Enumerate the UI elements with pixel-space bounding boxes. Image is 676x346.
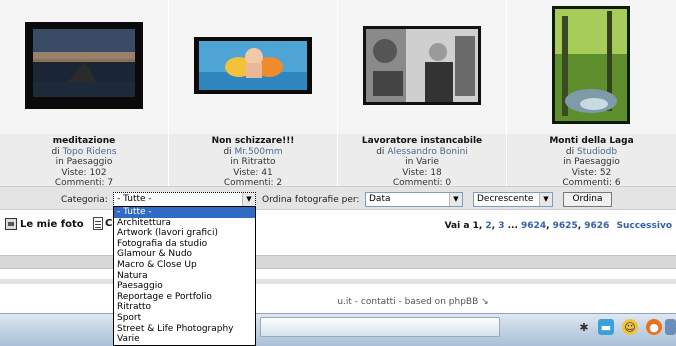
category-option[interactable]: Architettura [114,218,255,229]
photo-category: in Ritratto [230,157,276,167]
photo-views: Viste: 41 [233,167,273,178]
direction-select-value: Decrescente [477,194,534,204]
chevron-down-icon[interactable]: ▼ [449,193,462,206]
page-link[interactable]: 9625 [553,221,578,231]
pagination: Vai a 1, 2, 3 ... 9624, 9625, 9626 Succe… [444,221,672,231]
chevron-down-icon[interactable]: ▼ [539,193,552,206]
chevron-down-icon[interactable]: ▼ [242,193,255,206]
page-link[interactable]: 3 [498,221,504,231]
thumb-area [338,0,506,134]
direction-select[interactable]: Decrescente ▼ [473,192,553,207]
category-option[interactable]: Macro & Close Up [114,260,255,271]
photo-author[interactable]: Topo Ridens [63,147,117,157]
photo-cell: meditazione di Topo Ridens in Paesaggio … [0,0,169,189]
photo-title[interactable]: Lavoratore instancabile [338,136,506,147]
footer-phpbb-link[interactable]: phpBB [449,297,478,307]
pagination-prefix: Vai a [444,221,470,231]
category-select[interactable]: - Tutte - ▼ [113,192,256,207]
photo-author[interactable]: Mr.500mm [234,147,282,157]
filter-bar: Categoria: - Tutte - ▼ Ordina fotografie… [0,186,676,210]
photo-gallery: meditazione di Topo Ridens in Paesaggio … [0,0,676,189]
my-photos-label: Le mie foto [20,218,84,230]
photo-views: Viste: 18 [402,167,442,178]
photo-title[interactable]: Monti della Laga [507,136,676,147]
category-option[interactable]: Varie [114,334,255,345]
by-prefix: di [223,146,232,157]
footer-contacts-link[interactable]: contatti [361,297,396,307]
category-option[interactable]: Street & Life Photography [114,324,255,335]
footer: u.it - contatti - based on phpBB ↘ [337,297,489,307]
photo-thumbnail[interactable] [25,22,143,109]
category-option[interactable]: Ritratto [114,302,255,313]
photo-title[interactable]: meditazione [0,136,168,147]
order-select[interactable]: Data ▼ [365,192,463,207]
divider-bar [0,279,676,284]
photo-views: Viste: 102 [61,167,107,178]
thumb-area [507,0,676,134]
thumb-area [0,0,168,134]
category-option[interactable]: Artwork (lavori grafici) [114,228,255,239]
category-option[interactable]: Fotografia da studio [114,239,255,250]
by-prefix: di [51,146,60,157]
category-option[interactable]: Natura [114,271,255,282]
category-option[interactable]: Sport [114,313,255,324]
taskbar-button[interactable] [260,317,500,337]
footer-arrow-icon: ↘ [481,297,489,307]
footer-domain-link[interactable]: u.it [337,297,352,307]
category-label: Categoria: [61,195,108,205]
photo-thumbnail[interactable] [552,6,630,124]
photo-cell: Lavoratore instancabile di Alessandro Bo… [338,0,507,189]
category-option[interactable]: Paesaggio [114,281,255,292]
by-prefix: di [565,146,575,157]
photo-author[interactable]: Studiodb [577,147,617,157]
chat-icon[interactable]: ▬ [598,319,614,335]
page-link[interactable]: 2 [485,221,491,231]
by-prefix: di [376,146,385,157]
photo-caption: Non schizzare!!! di Mr.500mm in Ritratto… [169,136,337,189]
category-dropdown-list[interactable]: - Tutte - Architettura Artwork (lavori g… [113,206,256,346]
photo-category: in Paesaggio [55,157,113,167]
firefox-icon[interactable]: ● [646,319,662,335]
order-button[interactable]: Ordina [563,192,612,207]
photo-cell: Monti della Laga di Studiodb in Paesaggi… [507,0,676,189]
pagination-ellipsis: ... [507,221,518,231]
my-photos-link[interactable]: Le mie foto [5,218,84,230]
category-select-value: - Tutte - [117,194,152,204]
photo-thumbnail[interactable] [363,26,481,105]
document-icon [93,217,103,230]
footer-based-on: based on [404,297,446,307]
category-option[interactable]: - Tutte - [114,207,255,218]
order-label: Ordina fotografie per: [262,195,360,205]
photo-title[interactable]: Non schizzare!!! [169,136,337,147]
photo-caption: Monti della Laga di Studiodb in Paesaggi… [507,136,676,189]
photo-views: Viste: 52 [571,167,612,178]
photo-category: in Varie [405,157,439,167]
thumb-area [169,0,337,134]
smiley-icon[interactable]: ☺ [622,319,638,335]
photo-author[interactable]: Alessandro Bonini [387,147,467,157]
page-link[interactable]: 9624 [521,221,546,231]
next-page-link[interactable]: Successivo [616,221,672,231]
page-link[interactable]: 9626 [584,221,609,231]
taskbar: ✱ ▬ ☺ ● [0,313,676,346]
photo-thumbnail[interactable] [194,37,312,94]
order-select-value: Data [369,194,391,204]
photo-category: in Paesaggio [563,157,620,167]
category-option[interactable]: Glamour & Nudo [114,249,255,260]
second-link-label[interactable]: C [105,218,112,229]
bug-icon[interactable]: ✱ [576,319,592,335]
links-row: Le mie foto C Vai a 1, 2, 3 ... 9624, 96… [0,212,676,238]
category-option[interactable]: Reportage e Portfolio [114,292,255,303]
photo-caption: meditazione di Topo Ridens in Paesaggio … [0,136,168,189]
divider-bar [0,255,676,269]
photo-caption: Lavoratore instancabile di Alessandro Bo… [338,136,506,189]
camera-icon [5,218,17,230]
network-icon[interactable] [665,319,676,335]
photo-cell: Non schizzare!!! di Mr.500mm in Ritratto… [169,0,338,189]
page-current: 1 [472,221,479,231]
